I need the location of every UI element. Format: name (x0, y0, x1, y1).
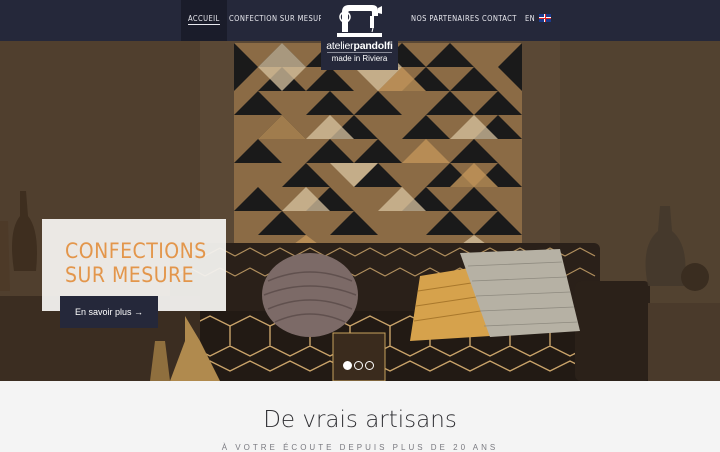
nav-item-confection[interactable]: Confection sur mesure (229, 0, 328, 41)
language-label: EN (525, 14, 536, 23)
nav-item-accueil[interactable]: Accueil (181, 0, 227, 41)
slider-dot-3[interactable] (365, 361, 374, 370)
logo-tagline: made in Riviera (321, 52, 398, 63)
hero-title: CONFECTIONS SUR MESURE (65, 239, 207, 287)
intro-section: De vrais artisans À VOTRE ÉCOUTE DEPUIS … (0, 381, 720, 452)
hero-title-line2: SUR MESURE (65, 263, 195, 287)
slider-dots (343, 357, 376, 375)
sewing-machine-icon (337, 5, 382, 37)
hero-background-image (0, 41, 720, 381)
section-subtitle: À VOTRE ÉCOUTE DEPUIS PLUS DE 20 ANS (221, 443, 499, 452)
hero-slider: CONFECTIONS SUR MESURE En savoir plus → (0, 41, 720, 381)
slider-dot-2[interactable] (354, 361, 363, 370)
hero-title-line1: CONFECTIONS (65, 239, 207, 263)
uk-flag-icon (539, 14, 552, 22)
learn-more-button[interactable]: En savoir plus → (60, 296, 158, 328)
nav-item-contact[interactable]: Contact (482, 0, 517, 41)
slider-dot-1[interactable] (343, 361, 352, 370)
language-switch[interactable]: EN (525, 0, 552, 41)
logo-wordmark: atelierpandolfi (326, 40, 393, 52)
site-logo[interactable]: atelierpandolfi made in Riviera (321, 0, 398, 70)
nav-item-partenaires[interactable]: Nos partenaires (411, 0, 479, 41)
section-title: De vrais artisans (263, 407, 457, 433)
